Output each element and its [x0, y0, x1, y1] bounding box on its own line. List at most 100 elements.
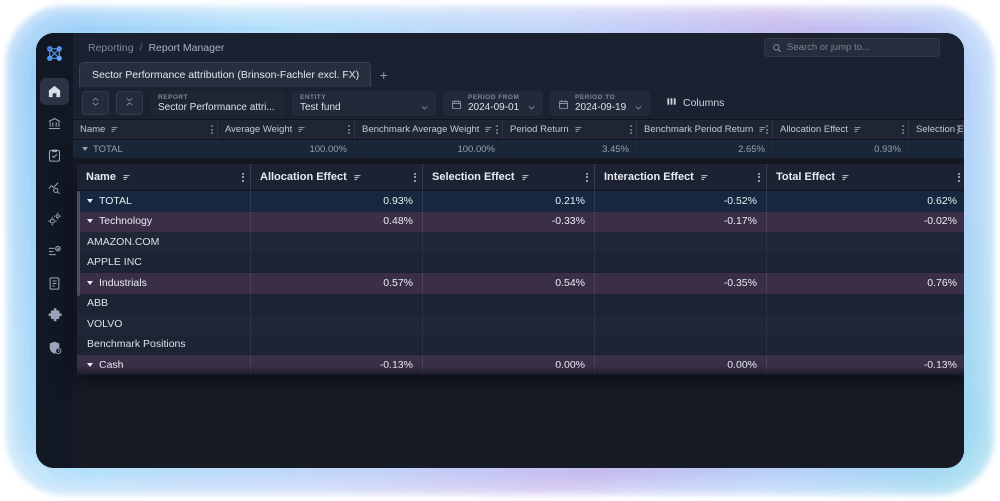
row-value-cell[interactable]: -0.17% — [595, 212, 767, 232]
period-from-selector[interactable]: PERIOD FROM 2024-09-01 — [443, 91, 543, 116]
table-row[interactable]: AMAZON.COM — [77, 232, 964, 253]
row-name-cell[interactable]: VOLVO — [77, 314, 251, 334]
row-value-cell[interactable] — [595, 253, 767, 273]
breadcrumb-current[interactable]: Report Manager — [148, 42, 224, 54]
row-name-cell[interactable]: Technology — [77, 212, 251, 232]
sort-icon[interactable] — [110, 125, 119, 134]
column-menu-icon[interactable] — [902, 125, 904, 134]
sort-icon[interactable] — [353, 173, 362, 182]
sidebar-item-home[interactable] — [40, 78, 69, 105]
row-value-cell[interactable]: -0.33% — [423, 212, 595, 232]
sort-icon[interactable] — [700, 173, 709, 182]
column-header[interactable]: Selection Effect — [423, 164, 595, 190]
table-row[interactable]: TOTAL0.93%0.21%-0.52%0.62% — [77, 191, 964, 212]
row-value-cell[interactable] — [423, 253, 595, 273]
sort-icon[interactable] — [574, 125, 583, 134]
row-value-cell[interactable]: 0.76% — [767, 273, 964, 293]
table-row[interactable]: APPLE INC — [77, 253, 964, 274]
column-menu-icon[interactable] — [630, 125, 632, 134]
table-row[interactable]: Technology0.48%-0.33%-0.17%-0.02% — [77, 212, 964, 233]
bg-column-header[interactable]: Name — [73, 120, 218, 139]
row-name-cell[interactable]: APPLE INC — [77, 253, 251, 273]
row-value-cell[interactable]: 0.62% — [767, 191, 964, 211]
collapse-all-button[interactable] — [82, 91, 109, 115]
row-value-cell[interactable] — [767, 232, 964, 252]
column-menu-icon[interactable] — [348, 125, 350, 134]
column-menu-icon[interactable] — [242, 173, 244, 182]
row-value-cell[interactable] — [767, 253, 964, 273]
column-header[interactable]: Name — [77, 164, 251, 190]
report-selector[interactable]: REPORT Sector Performance attri... — [150, 91, 285, 116]
column-header[interactable]: Total Effect — [767, 164, 964, 190]
bg-column-header[interactable]: Selection Eff — [909, 120, 964, 139]
row-value-cell[interactable] — [251, 335, 423, 355]
column-menu-icon[interactable] — [957, 125, 959, 134]
column-menu-icon[interactable] — [414, 173, 416, 182]
row-value-cell[interactable]: -0.35% — [595, 273, 767, 293]
expand-all-button[interactable] — [116, 91, 143, 115]
sidebar-item-settings[interactable] — [40, 206, 69, 233]
bg-column-header[interactable]: Benchmark Period Return — [637, 120, 773, 139]
row-value-cell[interactable]: 0.21% — [423, 191, 595, 211]
sort-icon[interactable] — [484, 125, 493, 134]
bg-total-value-cell[interactable]: 100.00% — [218, 140, 355, 158]
tab-sector-performance-attribution[interactable]: Sector Performance attribution (Brinson-… — [79, 62, 371, 87]
background-grid-total-row[interactable]: TOTAL100.00%100.00%3.45%2.65%0.93% — [73, 140, 964, 158]
row-expander-caret-icon[interactable] — [87, 219, 93, 223]
sort-icon[interactable] — [853, 125, 862, 134]
row-name-cell[interactable]: TOTAL — [77, 191, 251, 211]
search-input[interactable]: Search or jump to... — [764, 38, 940, 57]
row-value-cell[interactable] — [595, 294, 767, 314]
sidebar-item-security[interactable] — [40, 334, 69, 361]
column-menu-icon[interactable] — [758, 173, 760, 182]
row-value-cell[interactable]: -0.02% — [767, 212, 964, 232]
row-name-cell[interactable]: AMAZON.COM — [77, 232, 251, 252]
row-value-cell[interactable]: 0.93% — [251, 191, 423, 211]
bg-total-value-cell[interactable]: 2.65% — [637, 140, 773, 158]
bg-total-value-cell[interactable]: 3.45% — [503, 140, 637, 158]
sort-icon[interactable] — [297, 125, 306, 134]
bg-column-header[interactable]: Benchmark Average Weight — [355, 120, 503, 139]
breadcrumb-root[interactable]: Reporting — [88, 42, 134, 54]
sidebar-item-reconciliation[interactable] — [40, 238, 69, 265]
column-menu-icon[interactable] — [766, 125, 768, 134]
period-to-selector[interactable]: PERIOD TO 2024-09-19 — [550, 91, 650, 116]
table-row[interactable]: ABB — [77, 294, 964, 315]
row-value-cell[interactable] — [595, 314, 767, 334]
row-value-cell[interactable] — [251, 294, 423, 314]
sort-icon[interactable] — [841, 173, 850, 182]
table-row[interactable]: VOLVO — [77, 314, 964, 335]
row-name-cell[interactable]: Benchmark Positions — [77, 335, 251, 355]
bg-total-value-cell[interactable]: 100.00% — [355, 140, 503, 158]
add-tab-button[interactable]: + — [371, 62, 396, 87]
column-menu-icon[interactable] — [211, 125, 213, 134]
row-value-cell[interactable]: 0.54% — [423, 273, 595, 293]
column-menu-icon[interactable] — [586, 173, 588, 182]
row-name-cell[interactable]: ABB — [77, 294, 251, 314]
row-value-cell[interactable] — [767, 335, 964, 355]
row-value-cell[interactable]: -0.52% — [595, 191, 767, 211]
row-value-cell[interactable] — [251, 253, 423, 273]
row-expander-caret-icon[interactable] — [87, 199, 93, 203]
sidebar-item-institutions[interactable] — [40, 110, 69, 137]
row-value-cell[interactable]: 0.48% — [251, 212, 423, 232]
row-expander-caret-icon[interactable] — [87, 281, 93, 285]
row-value-cell[interactable] — [423, 232, 595, 252]
row-value-cell[interactable] — [423, 335, 595, 355]
bg-total-value-cell[interactable] — [909, 140, 964, 158]
row-value-cell[interactable]: 0.57% — [251, 273, 423, 293]
bg-column-header[interactable]: Average Weight — [218, 120, 355, 139]
collapse-caret-icon[interactable] — [82, 147, 88, 151]
row-value-cell[interactable] — [595, 335, 767, 355]
column-menu-icon[interactable] — [958, 173, 960, 182]
bg-total-name-cell[interactable]: TOTAL — [73, 140, 218, 158]
row-value-cell[interactable] — [423, 314, 595, 334]
row-value-cell[interactable] — [767, 314, 964, 334]
sort-icon[interactable] — [122, 173, 131, 182]
sidebar-item-documents[interactable] — [40, 270, 69, 297]
row-value-cell[interactable] — [251, 232, 423, 252]
entity-selector[interactable]: ENTITY Test fund — [292, 91, 436, 116]
column-header[interactable]: Allocation Effect — [251, 164, 423, 190]
table-row[interactable]: Industrials0.57%0.54%-0.35%0.76% — [77, 273, 964, 294]
row-value-cell[interactable] — [251, 314, 423, 334]
